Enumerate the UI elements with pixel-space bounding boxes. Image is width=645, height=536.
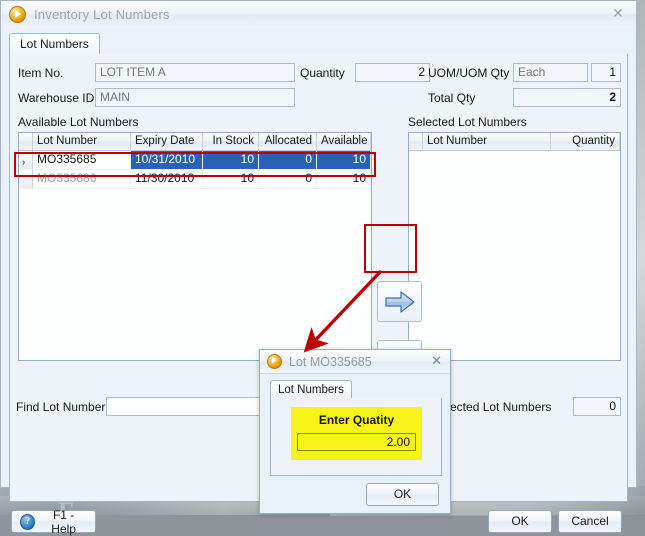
quantity-label: Quantity — [300, 66, 345, 80]
dialog-play-icon — [267, 354, 282, 369]
cell-available: 10 — [317, 151, 371, 169]
table-row[interactable]: › MO335685 10/31/2010 10 0 10 — [19, 151, 371, 170]
row-indicator-header — [19, 133, 33, 150]
col-sel-lot-number[interactable]: Lot Number — [423, 133, 551, 150]
current-row-caret-icon: › — [22, 157, 26, 168]
help-button[interactable]: ? F1 - Help — [11, 507, 96, 536]
col-sel-quantity[interactable]: Quantity — [551, 133, 620, 150]
col-lot-number[interactable]: Lot Number — [33, 133, 131, 150]
find-lot-number-label: Find Lot Number — [16, 400, 106, 414]
row-indicator: › — [19, 151, 33, 169]
cell-lot-number: MO335686 — [33, 170, 131, 188]
selected-lot-numbers-grid[interactable]: Lot Number Quantity — [408, 132, 621, 361]
col-in-stock[interactable]: In Stock — [203, 133, 259, 150]
selected-lot-numbers-caption: Selected Lot Numbers — [408, 115, 527, 129]
col-available[interactable]: Available — [317, 133, 371, 150]
total-qty-label: Total Qty — [428, 91, 476, 105]
item-no-label: Item No. — [18, 66, 64, 80]
table-row[interactable]: MO335686 11/30/2010 10 0 10 — [19, 170, 371, 189]
cell-expiry-date: 10/31/2010 — [131, 151, 203, 169]
ok-button[interactable]: OK — [488, 510, 552, 533]
selected-grid-header: Lot Number Quantity — [409, 133, 620, 151]
window-title-bar: Inventory Lot Numbers ✕ — [1, 1, 636, 29]
question-mark-icon: ? — [20, 513, 36, 530]
app-play-icon — [9, 6, 26, 23]
total-qty-field: 2 — [513, 88, 621, 107]
row-indicator — [19, 170, 33, 188]
main-tab-strip: Lot Numbers — [9, 33, 628, 55]
dialog-panel: Enter Quatity 2.00 — [270, 398, 442, 476]
tab-lot-numbers[interactable]: Lot Numbers — [9, 33, 100, 55]
item-no-field[interactable]: LOT ITEM A — [95, 63, 295, 82]
right-arrow-icon — [384, 290, 415, 313]
selected-count-field: 0 — [573, 397, 621, 416]
row-indicator-header — [409, 133, 423, 150]
available-lot-numbers-grid[interactable]: Lot Number Expiry Date In Stock Allocate… — [18, 132, 372, 361]
col-allocated[interactable]: Allocated — [259, 133, 317, 150]
available-lot-numbers-caption: Available Lot Numbers — [18, 115, 139, 129]
lot-quantity-dialog: Lot MO335685 ✕ Lot Numbers Enter Quatity… — [259, 349, 451, 514]
warehouse-id-field[interactable]: MAIN — [95, 88, 295, 107]
dialog-title-bar: Lot MO335685 ✕ — [260, 350, 450, 374]
cell-allocated: 0 — [259, 170, 317, 188]
uom-field[interactable]: Each — [513, 63, 588, 82]
enter-quantity-input[interactable]: 2.00 — [297, 433, 416, 451]
cell-allocated: 0 — [259, 151, 317, 169]
window-title: Inventory Lot Numbers — [34, 7, 170, 22]
close-icon[interactable]: ✕ — [609, 5, 627, 21]
uom-label: UOM/UOM Qty — [428, 66, 510, 80]
dialog-tab-lot-numbers[interactable]: Lot Numbers — [270, 380, 352, 400]
enter-quantity-label: Enter Quatity — [318, 413, 395, 427]
cell-expiry-date: 11/30/2010 — [131, 170, 203, 188]
cancel-button[interactable]: Cancel — [558, 510, 622, 533]
help-button-label: F1 - Help — [51, 507, 76, 536]
uom-qty-field[interactable]: 1 — [591, 63, 621, 82]
enter-quantity-group: Enter Quatity 2.00 — [291, 407, 422, 460]
quantity-field[interactable]: 2 — [355, 63, 430, 82]
dialog-ok-button[interactable]: OK — [366, 483, 439, 506]
cell-available: 10 — [317, 170, 371, 188]
warehouse-id-label: Warehouse ID — [18, 91, 95, 105]
dialog-tab-strip: Lot Numbers — [270, 380, 442, 400]
cell-lot-number: MO335685 — [33, 151, 131, 169]
dialog-close-icon[interactable]: ✕ — [431, 353, 442, 369]
dialog-title: Lot MO335685 — [289, 354, 372, 369]
cell-in-stock: 10 — [203, 151, 259, 169]
cell-in-stock: 10 — [203, 170, 259, 188]
col-expiry-date[interactable]: Expiry Date — [131, 133, 203, 150]
available-grid-header: Lot Number Expiry Date In Stock Allocate… — [19, 133, 371, 151]
move-right-button[interactable] — [377, 281, 422, 322]
